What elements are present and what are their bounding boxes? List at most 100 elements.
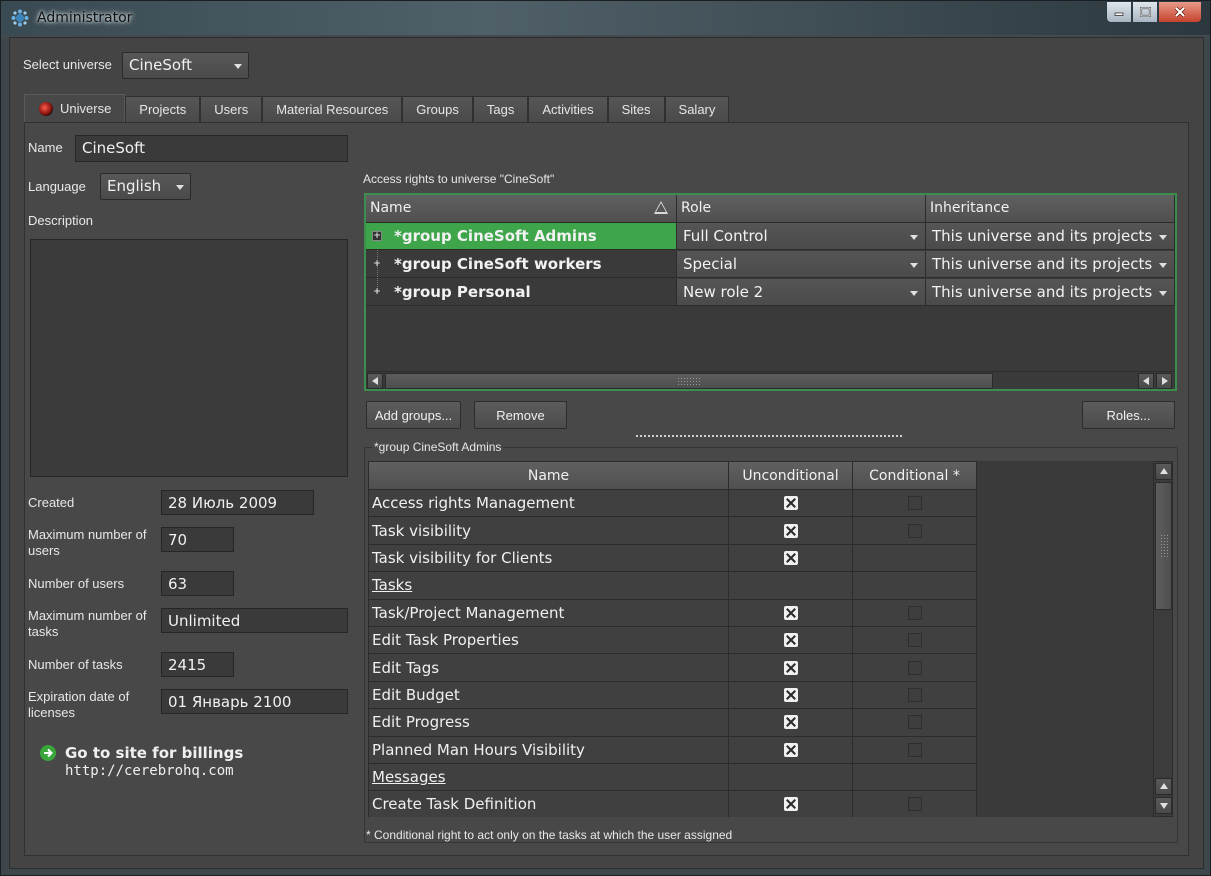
conditional-cell[interactable] bbox=[853, 709, 977, 737]
unchecked-box[interactable] bbox=[907, 742, 922, 757]
unconditional-cell[interactable] bbox=[729, 490, 853, 518]
close-button[interactable] bbox=[1158, 1, 1202, 23]
scroll-left-button[interactable] bbox=[1138, 373, 1154, 389]
maximize-button[interactable] bbox=[1132, 1, 1158, 23]
checkmark-icon[interactable] bbox=[783, 496, 798, 511]
checkmark-icon[interactable] bbox=[783, 633, 798, 648]
checkmark-icon[interactable] bbox=[783, 550, 798, 565]
rights-row[interactable]: Task visibility bbox=[368, 517, 1153, 545]
column-header-right-name[interactable]: Name bbox=[368, 461, 729, 490]
rights-row[interactable]: Task visibility for Clients bbox=[368, 544, 1153, 573]
description-field[interactable] bbox=[30, 239, 348, 477]
expand-icon[interactable]: + bbox=[372, 287, 382, 297]
unconditional-cell[interactable] bbox=[729, 709, 853, 737]
unconditional-cell[interactable] bbox=[729, 654, 853, 682]
conditional-cell[interactable] bbox=[853, 599, 977, 627]
rights-row[interactable]: Edit Tags bbox=[368, 654, 1153, 682]
access-row[interactable]: + *group CineSoft Admins Full Control Th… bbox=[366, 223, 1175, 250]
scroll-right-button[interactable] bbox=[1156, 373, 1172, 389]
max-tasks-field[interactable]: Unlimited bbox=[161, 608, 348, 633]
unchecked-box[interactable] bbox=[907, 496, 922, 511]
scroll-left-button[interactable] bbox=[367, 373, 383, 389]
tab-tags[interactable]: Tags bbox=[472, 96, 529, 122]
conditional-cell[interactable] bbox=[853, 626, 977, 655]
unconditional-cell[interactable] bbox=[729, 517, 853, 545]
rights-row[interactable]: Messages bbox=[368, 763, 1153, 792]
unchecked-box[interactable] bbox=[907, 715, 922, 730]
checkmark-icon[interactable] bbox=[783, 660, 798, 675]
universe-select[interactable]: CineSoft bbox=[122, 52, 249, 79]
checkmark-icon[interactable] bbox=[783, 523, 798, 538]
unconditional-cell[interactable] bbox=[729, 599, 853, 627]
tab-projects[interactable]: Projects bbox=[125, 96, 201, 122]
splitter-handle[interactable] bbox=[636, 435, 902, 438]
conditional-cell[interactable] bbox=[853, 681, 977, 710]
unchecked-box[interactable] bbox=[907, 605, 922, 620]
inheritance-select[interactable]: This universe and its projects bbox=[926, 223, 1175, 250]
billing-link[interactable]: Go to site for billings bbox=[65, 744, 243, 762]
tab-users[interactable]: Users bbox=[200, 96, 263, 122]
conditional-cell[interactable] bbox=[853, 763, 977, 792]
conditional-cell[interactable] bbox=[853, 490, 977, 518]
tab-salary[interactable]: Salary bbox=[664, 96, 730, 122]
arrow-right-icon[interactable] bbox=[40, 745, 56, 761]
conditional-cell[interactable] bbox=[853, 654, 977, 682]
remove-button[interactable]: Remove bbox=[474, 401, 567, 429]
conditional-cell[interactable] bbox=[853, 572, 977, 600]
rights-row[interactable]: Planned Man Hours Visibility bbox=[368, 736, 1153, 764]
column-header-conditional[interactable]: Conditional * bbox=[853, 461, 977, 490]
inheritance-select[interactable]: This universe and its projects bbox=[926, 279, 1175, 306]
unconditional-cell[interactable] bbox=[729, 626, 853, 655]
unconditional-cell[interactable] bbox=[729, 791, 853, 817]
horizontal-scrollbar[interactable] bbox=[366, 371, 1175, 389]
column-header-inheritance[interactable]: Inheritance bbox=[926, 195, 1175, 223]
unconditional-cell[interactable] bbox=[729, 681, 853, 710]
role-select[interactable]: New role 2 bbox=[677, 279, 926, 306]
roles-button[interactable]: Roles... bbox=[1082, 401, 1175, 429]
access-row[interactable]: + *group Personal New role 2 This univer… bbox=[366, 279, 1175, 306]
column-header-unconditional[interactable]: Unconditional bbox=[729, 461, 853, 490]
checkmark-icon[interactable] bbox=[783, 715, 798, 730]
name-field[interactable]: CineSoft bbox=[75, 135, 348, 162]
tab-sites[interactable]: Sites bbox=[607, 96, 665, 122]
tab-universe[interactable]: Universe bbox=[24, 94, 126, 122]
inheritance-select[interactable]: This universe and its projects bbox=[926, 251, 1175, 278]
tab-material-resources[interactable]: Material Resources bbox=[262, 96, 403, 122]
rights-section-link[interactable]: Tasks bbox=[368, 572, 729, 600]
column-header-role[interactable]: Role bbox=[677, 195, 926, 223]
unconditional-cell[interactable] bbox=[729, 736, 853, 764]
title-bar[interactable]: Administrator bbox=[1, 1, 1210, 35]
access-row[interactable]: + *group CineSoft workers Special This u… bbox=[366, 251, 1175, 278]
conditional-cell[interactable] bbox=[853, 736, 977, 764]
minimize-button[interactable] bbox=[1106, 1, 1132, 23]
rights-row[interactable]: Task/Project Management bbox=[368, 599, 1153, 627]
role-select[interactable]: Special bbox=[677, 251, 926, 278]
billing-url[interactable]: http://cerebrohq.com bbox=[65, 763, 234, 779]
role-select[interactable]: Full Control bbox=[677, 223, 926, 250]
rights-row[interactable]: Edit Budget bbox=[368, 681, 1153, 710]
max-users-field[interactable]: 70 bbox=[161, 527, 234, 552]
unchecked-box[interactable] bbox=[907, 797, 922, 812]
scroll-up-button[interactable] bbox=[1155, 463, 1172, 480]
checkmark-icon[interactable] bbox=[783, 605, 798, 620]
scroll-down-button[interactable] bbox=[1155, 797, 1172, 814]
vertical-scrollbar[interactable] bbox=[1153, 461, 1173, 817]
conditional-cell[interactable] bbox=[853, 544, 977, 573]
conditional-cell[interactable] bbox=[853, 517, 977, 545]
unchecked-box[interactable] bbox=[907, 687, 922, 702]
expand-icon[interactable]: + bbox=[372, 231, 382, 241]
rights-row[interactable]: Access rights Management bbox=[368, 490, 1153, 518]
unconditional-cell[interactable] bbox=[729, 544, 853, 573]
unchecked-box[interactable] bbox=[907, 633, 922, 648]
scroll-up-button[interactable] bbox=[1155, 778, 1172, 795]
unchecked-box[interactable] bbox=[907, 523, 922, 538]
unconditional-cell[interactable] bbox=[729, 572, 853, 600]
checkmark-icon[interactable] bbox=[783, 687, 798, 702]
language-select[interactable]: English bbox=[100, 173, 191, 200]
scroll-thumb[interactable] bbox=[1155, 482, 1172, 610]
conditional-cell[interactable] bbox=[853, 791, 977, 817]
rights-section-link[interactable]: Messages bbox=[368, 763, 729, 792]
add-groups-button[interactable]: Add groups... bbox=[366, 401, 461, 429]
rights-row[interactable]: Edit Progress bbox=[368, 709, 1153, 737]
checkmark-icon[interactable] bbox=[783, 742, 798, 757]
